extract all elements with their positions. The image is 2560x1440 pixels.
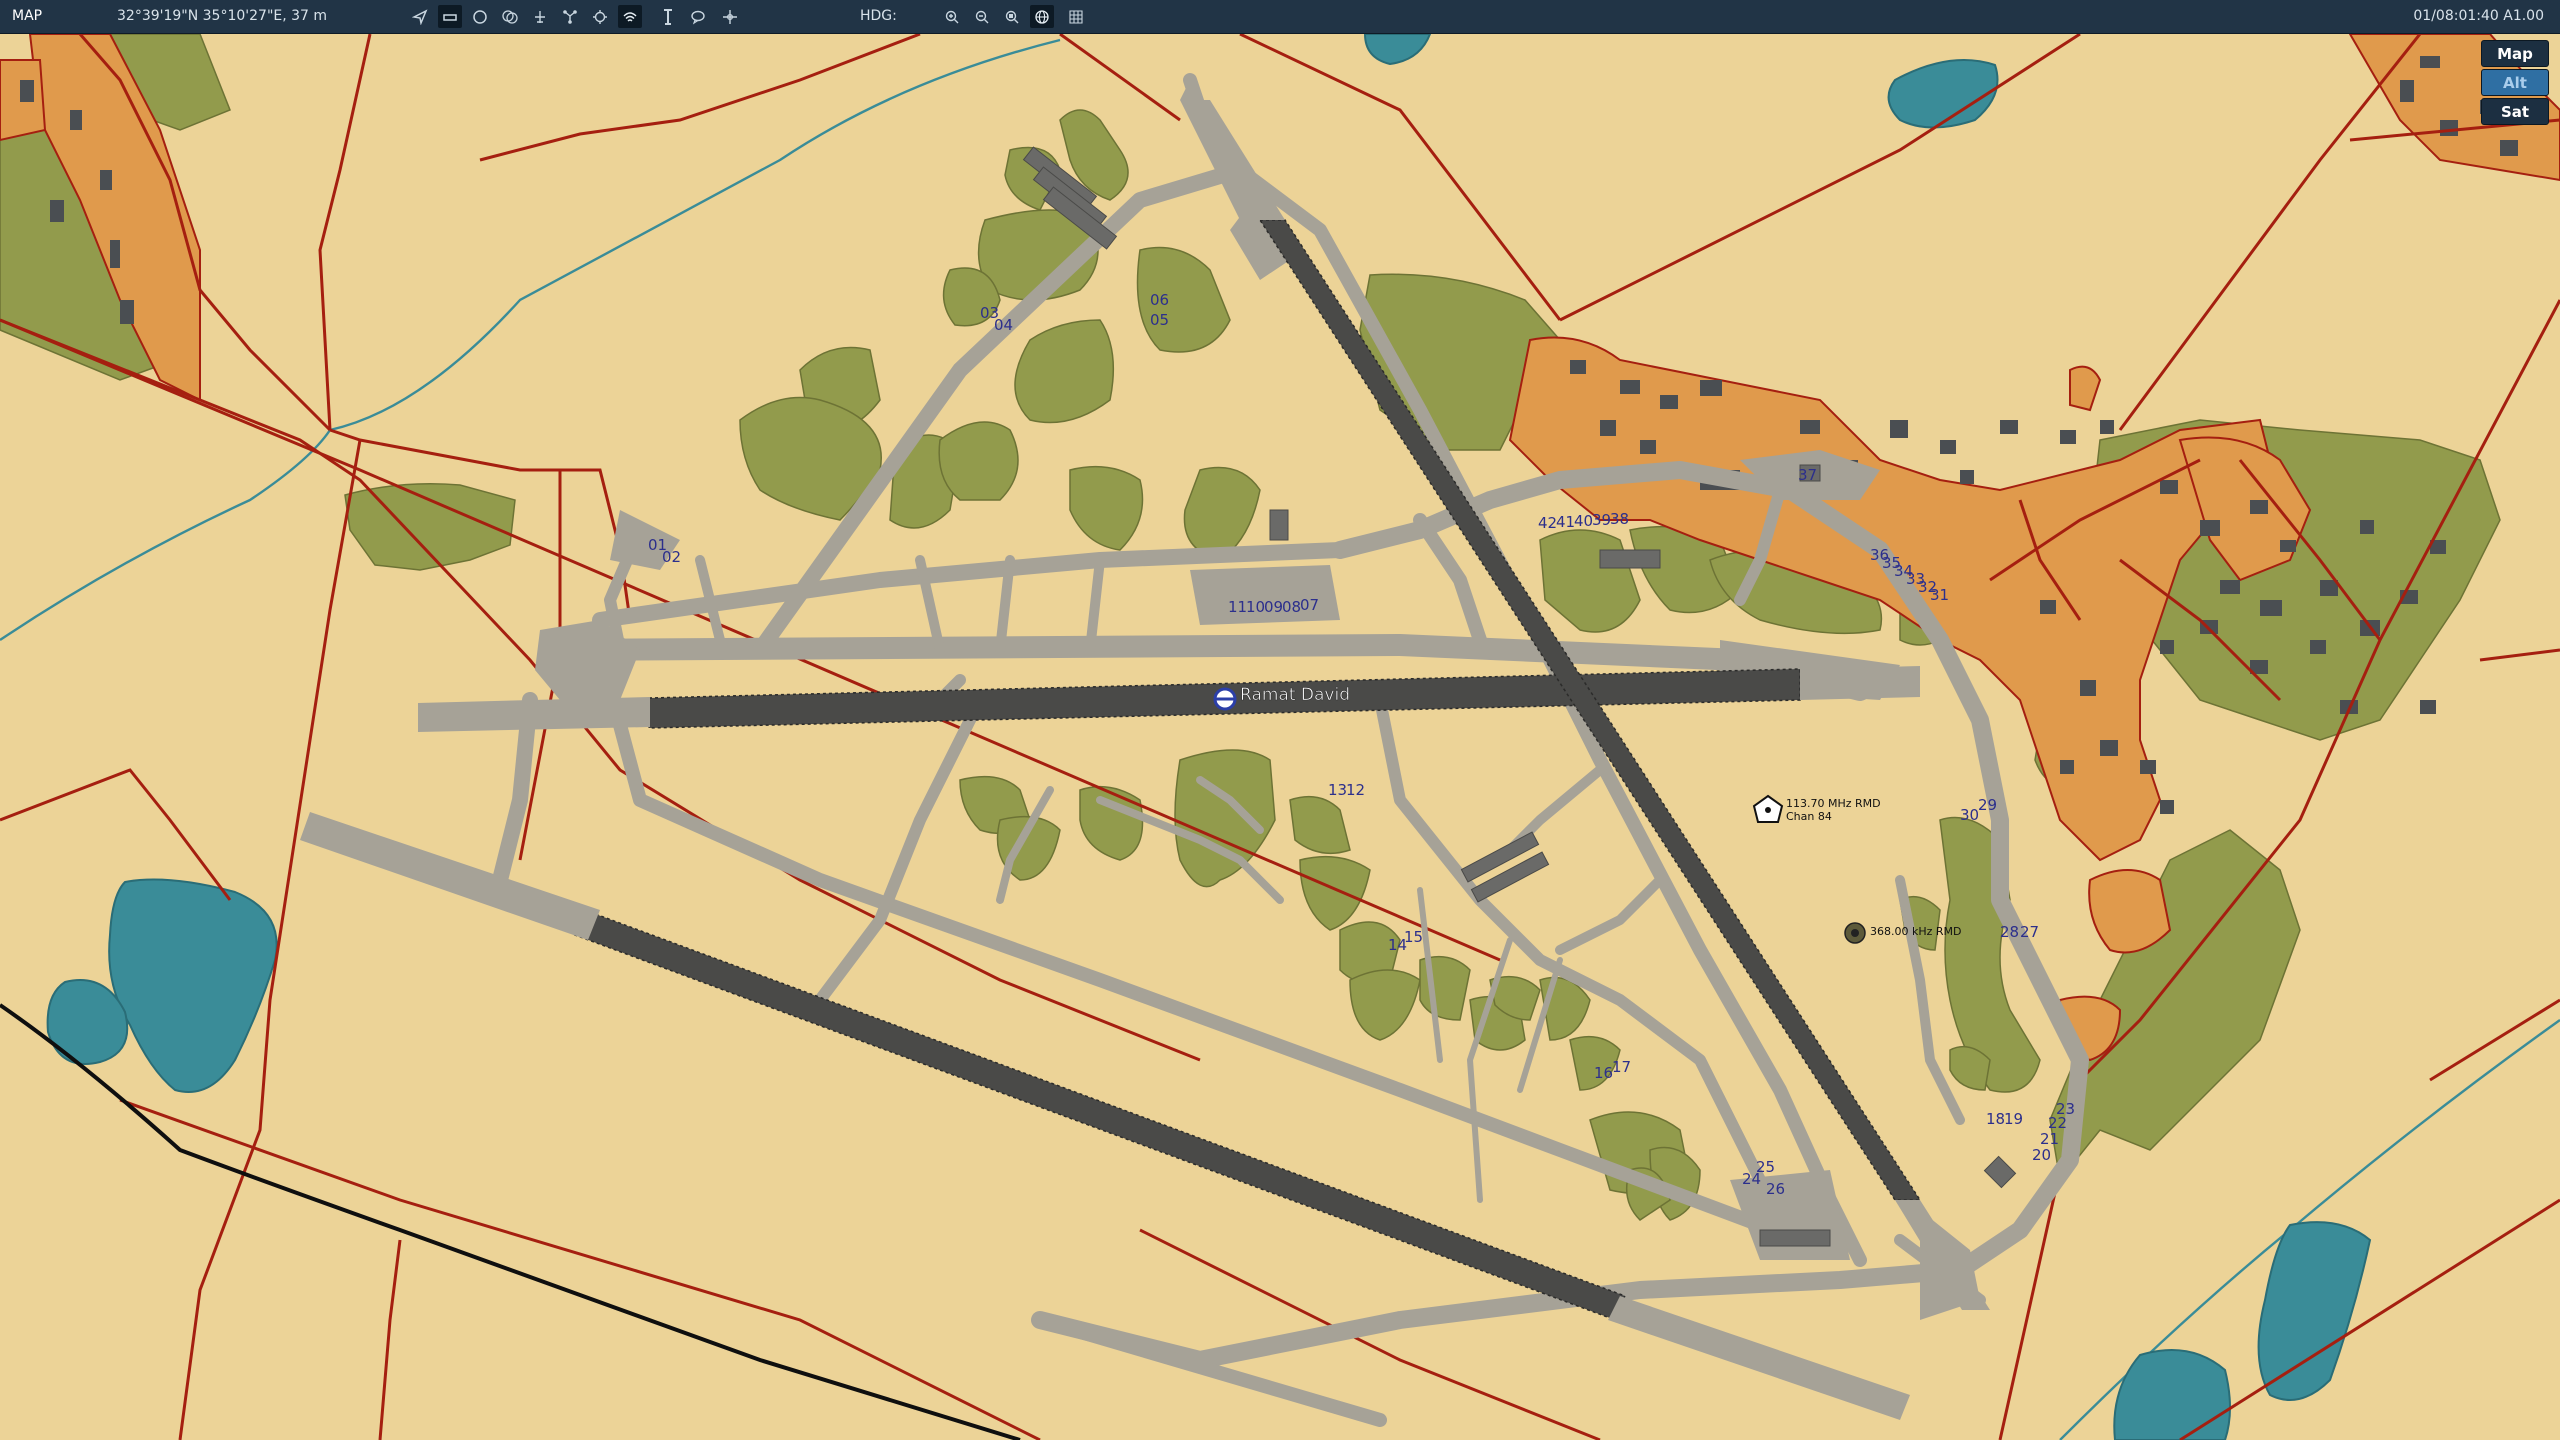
ruler-icon[interactable] xyxy=(438,5,462,28)
globe-icon[interactable] xyxy=(1030,5,1054,28)
svg-text:02: 02 xyxy=(662,548,681,566)
multi-circle-icon[interactable] xyxy=(498,5,522,28)
svg-text:38: 38 xyxy=(1610,510,1629,528)
zoom-in-icon[interactable] xyxy=(940,5,964,28)
airfield-name-label: Ramat David xyxy=(1240,685,1350,705)
layer-alt-button[interactable]: Alt xyxy=(2481,69,2549,96)
tower-icon[interactable] xyxy=(656,5,680,28)
airport-icon[interactable] xyxy=(528,5,552,28)
layer-sat-button[interactable]: Sat xyxy=(2481,98,2549,125)
svg-text:27: 27 xyxy=(2020,923,2039,941)
svg-text:25: 25 xyxy=(1756,1158,1775,1176)
svg-text:29: 29 xyxy=(1978,796,1997,814)
svg-text:10: 10 xyxy=(1246,598,1265,616)
svg-text:13: 13 xyxy=(1328,781,1347,799)
airfield-map[interactable]: 03 04 06 05 01 02 11 10 09 08 07 42 41 4… xyxy=(0,34,2560,1440)
crosshair-move-icon[interactable] xyxy=(718,5,742,28)
wifi-icon[interactable] xyxy=(618,5,642,28)
svg-text:41: 41 xyxy=(1556,513,1575,531)
svg-text:31: 31 xyxy=(1930,586,1949,604)
svg-text:28: 28 xyxy=(2000,923,2019,941)
layer-map-button[interactable]: Map xyxy=(2481,40,2549,67)
svg-text:17: 17 xyxy=(1612,1058,1631,1076)
ndb-frequency-label: 368.00 kHz RMD xyxy=(1870,925,1962,938)
svg-text:26: 26 xyxy=(1766,1180,1785,1198)
svg-text:30: 30 xyxy=(1960,806,1979,824)
svg-text:12: 12 xyxy=(1346,781,1365,799)
svg-text:15: 15 xyxy=(1404,928,1423,946)
zoom-out-icon[interactable] xyxy=(970,5,994,28)
svg-text:23: 23 xyxy=(2056,1100,2075,1118)
svg-text:07: 07 xyxy=(1300,596,1319,614)
map-mode-button[interactable]: MAP xyxy=(12,8,42,24)
zoom-fit-icon[interactable] xyxy=(1000,5,1024,28)
navigate-arrow-icon[interactable] xyxy=(408,5,432,28)
svg-text:21: 21 xyxy=(2040,1130,2059,1148)
svg-text:18: 18 xyxy=(1986,1110,2005,1128)
svg-text:20: 20 xyxy=(2032,1146,2051,1164)
vor-frequency-label: 113.70 MHz RMD xyxy=(1786,797,1881,810)
network-icon[interactable] xyxy=(558,5,582,28)
svg-text:39: 39 xyxy=(1592,511,1611,529)
svg-text:16: 16 xyxy=(1594,1064,1613,1082)
top-toolbar: MAP 32°39'19"N 35°10'27"E, 37 m HDG: 01/… xyxy=(0,0,2560,34)
sim-clock: 01/08:01:40 A1.00 xyxy=(2413,8,2544,24)
svg-text:06: 06 xyxy=(1150,291,1169,309)
svg-text:37: 37 xyxy=(1798,466,1817,484)
svg-text:11: 11 xyxy=(1228,598,1247,616)
chat-bubble-icon[interactable] xyxy=(686,5,710,28)
svg-text:05: 05 xyxy=(1150,311,1169,329)
svg-text:04: 04 xyxy=(994,316,1013,334)
svg-text:42: 42 xyxy=(1538,514,1557,532)
circle-icon[interactable] xyxy=(468,5,492,28)
heading-label: HDG: xyxy=(860,8,897,24)
target-icon[interactable] xyxy=(588,5,612,28)
vor-channel-label: Chan 84 xyxy=(1786,810,1832,823)
svg-text:40: 40 xyxy=(1574,512,1593,530)
grid-icon[interactable] xyxy=(1064,5,1088,28)
svg-text:19: 19 xyxy=(2004,1110,2023,1128)
cursor-coordinates: 32°39'19"N 35°10'27"E, 37 m xyxy=(117,8,328,24)
svg-text:08: 08 xyxy=(1282,598,1301,616)
svg-text:09: 09 xyxy=(1264,598,1283,616)
